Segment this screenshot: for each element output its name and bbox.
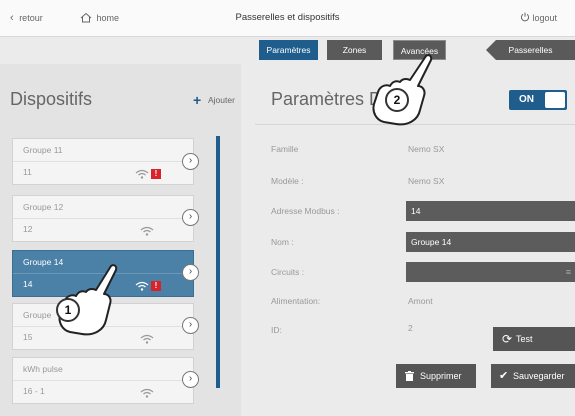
modele-value: Nemo SX [408,176,445,186]
scrollbar[interactable] [216,136,220,388]
id-label: ID: [271,325,282,335]
chevron-right-icon[interactable]: › [182,264,199,281]
power-icon [520,12,530,22]
alarm-badge: ! [151,169,161,179]
nom-label: Nom : [271,237,294,247]
device-id: 15 [23,332,33,342]
chevron-right-icon[interactable]: › [182,209,199,226]
device-id: 14 [23,279,33,289]
famille-value: Nemo SX [408,144,445,154]
device-name: Groupe [23,310,52,320]
page-title: Passerelles et dispositifs [235,12,340,23]
tab-passerelles[interactable]: Passerelles [486,40,575,60]
alarm-badge: ! [151,281,161,291]
add-device-button[interactable]: + Ajouter [193,92,235,108]
trash-icon [405,371,414,381]
wifi-icon [140,334,154,344]
tab-parametres[interactable]: Paramètres [259,40,318,60]
circuits-label: Circuits : [271,267,305,277]
nom-field[interactable]: Groupe 14 [406,232,575,252]
circuits-field[interactable]: ≡ [406,262,575,282]
top-bar: ‹ retour home Passerelles et dispositifs… [0,0,575,37]
alimentation-label: Alimentation: [271,296,321,306]
chevron-right-icon[interactable]: › [182,153,199,170]
device-id: 11 [23,167,32,177]
refresh-icon: ⟳ [502,332,513,346]
plus-icon: + [193,92,202,108]
device-name: kWh pulse [23,364,63,374]
chevron-right-icon[interactable]: › [182,371,199,388]
device-name: Groupe 11 [23,145,63,155]
on-off-toggle[interactable]: ON [509,90,567,110]
devices-title: Dispositifs [10,89,93,109]
test-button[interactable]: ⟳ Test [493,327,575,351]
wifi-icon [135,169,149,179]
sauvegarder-button[interactable]: ✔ Sauvegarder [491,364,575,388]
adresse-modbus-field[interactable]: 14 [406,201,575,221]
id-value: 2 [408,323,413,333]
wifi-icon [135,281,149,291]
alimentation-value: Amont [408,296,433,306]
device-card-kwh-pulse[interactable]: kWh pulse 16 - 1 [12,357,194,404]
device-card-groupe-11[interactable]: Groupe 11 11 ! [12,138,194,185]
device-name: Groupe 12 [23,202,64,212]
tab-bar: Paramètres Zones Avancées Passerelles [0,40,575,62]
modele-label: Modèle : [271,176,304,186]
menu-lines-icon: ≡ [565,267,571,277]
device-id: 12 [23,224,33,234]
logout-link[interactable]: logout [520,12,557,23]
check-icon: ✔ [499,370,509,382]
device-card-groupe-12[interactable]: Groupe 12 12 [12,195,194,242]
callout-number-1: 1 [56,298,80,322]
supprimer-button[interactable]: Supprimer [396,364,476,388]
device-id: 16 - 1 [23,386,45,396]
adresse-modbus-label: Adresse Modbus : [271,206,340,216]
chevron-right-icon[interactable]: › [182,317,199,334]
wifi-icon [140,388,154,398]
wifi-icon [140,226,154,236]
callout-number-2: 2 [385,88,409,112]
famille-label: Famille [271,144,299,154]
